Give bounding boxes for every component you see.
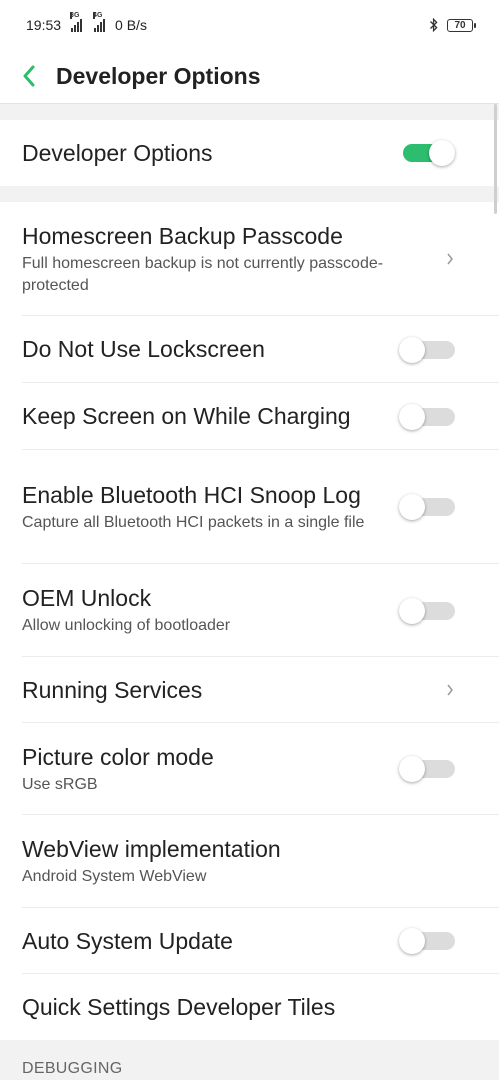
chevron-left-icon	[23, 65, 35, 87]
picture-color-mode-row[interactable]: Picture color mode Use sRGB	[0, 723, 499, 815]
clock: 19:53	[26, 17, 62, 33]
row-subtitle: Full homescreen backup is not currently …	[22, 254, 384, 294]
row-subtitle: Use sRGB	[22, 775, 98, 793]
app-bar: Developer Options	[0, 50, 499, 102]
developer-options-row[interactable]: Developer Options	[0, 120, 499, 186]
toggle-thumb	[399, 756, 425, 782]
status-bar: 19:53 3G 4G 0 B/s 70	[0, 0, 499, 50]
bluetooth-hci-snoop-row[interactable]: Enable Bluetooth HCI Snoop Log Capture a…	[0, 450, 499, 564]
toggle-thumb	[399, 403, 425, 430]
section-gap	[0, 104, 499, 120]
battery-level: 70	[454, 19, 466, 31]
row-title: WebView implementation	[22, 836, 281, 862]
network-speed: 0 B/s	[115, 17, 147, 33]
auto-system-update-row[interactable]: Auto System Update	[0, 908, 499, 974]
row-subtitle: Android System WebView	[22, 868, 207, 885]
oem-unlock-row[interactable]: OEM Unlock Allow unlocking of bootloader	[0, 564, 499, 657]
running-services-row[interactable]: Running Services	[0, 657, 499, 723]
row-subtitle: Capture all Bluetooth HCI packets in a s…	[22, 513, 365, 531]
chevron-right-icon	[447, 684, 453, 696]
keep-screen-on-row[interactable]: Keep Screen on While Charging	[0, 383, 499, 450]
signal-icon: 3G	[70, 12, 83, 32]
webview-implementation-row[interactable]: WebView implementation Android System We…	[0, 815, 499, 908]
scrollbar[interactable]	[494, 104, 497, 214]
row-title: Homescreen Backup Passcode	[22, 222, 343, 249]
section-header-debugging: DEBUGGING	[0, 1040, 499, 1080]
bluetooth-icon	[430, 18, 438, 32]
signal-icon-2: 4G	[93, 12, 106, 32]
row-subtitle: Allow unlocking of bootloader	[22, 617, 231, 634]
battery-icon: 70	[447, 18, 476, 32]
toggle-thumb	[429, 140, 455, 166]
toggle-thumb	[399, 494, 425, 520]
page-title: Developer Options	[56, 62, 261, 89]
toggle-thumb	[399, 597, 425, 624]
developer-options-toggle[interactable]	[399, 140, 455, 166]
section-gap	[0, 186, 499, 202]
row-title: Running Services	[22, 676, 203, 703]
do-not-use-lockscreen-row[interactable]: Do Not Use Lockscreen	[0, 316, 499, 383]
do-not-use-lockscreen-toggle[interactable]	[399, 336, 455, 363]
homescreen-backup-passcode-row[interactable]: Homescreen Backup Passcode Full homescre…	[0, 202, 499, 316]
toggle-thumb	[399, 336, 425, 363]
back-button[interactable]	[18, 65, 40, 87]
auto-system-update-toggle[interactable]	[399, 928, 455, 954]
toggle-thumb	[399, 928, 425, 954]
bluetooth-hci-snoop-toggle[interactable]	[399, 494, 455, 520]
row-title: Quick Settings Developer Tiles	[22, 993, 336, 1020]
picture-color-mode-toggle[interactable]	[399, 756, 455, 782]
chevron-right-icon	[447, 253, 453, 265]
quick-settings-developer-tiles-row[interactable]: Quick Settings Developer Tiles	[0, 974, 499, 1040]
keep-screen-on-toggle[interactable]	[399, 403, 455, 430]
oem-unlock-toggle[interactable]	[399, 597, 455, 624]
